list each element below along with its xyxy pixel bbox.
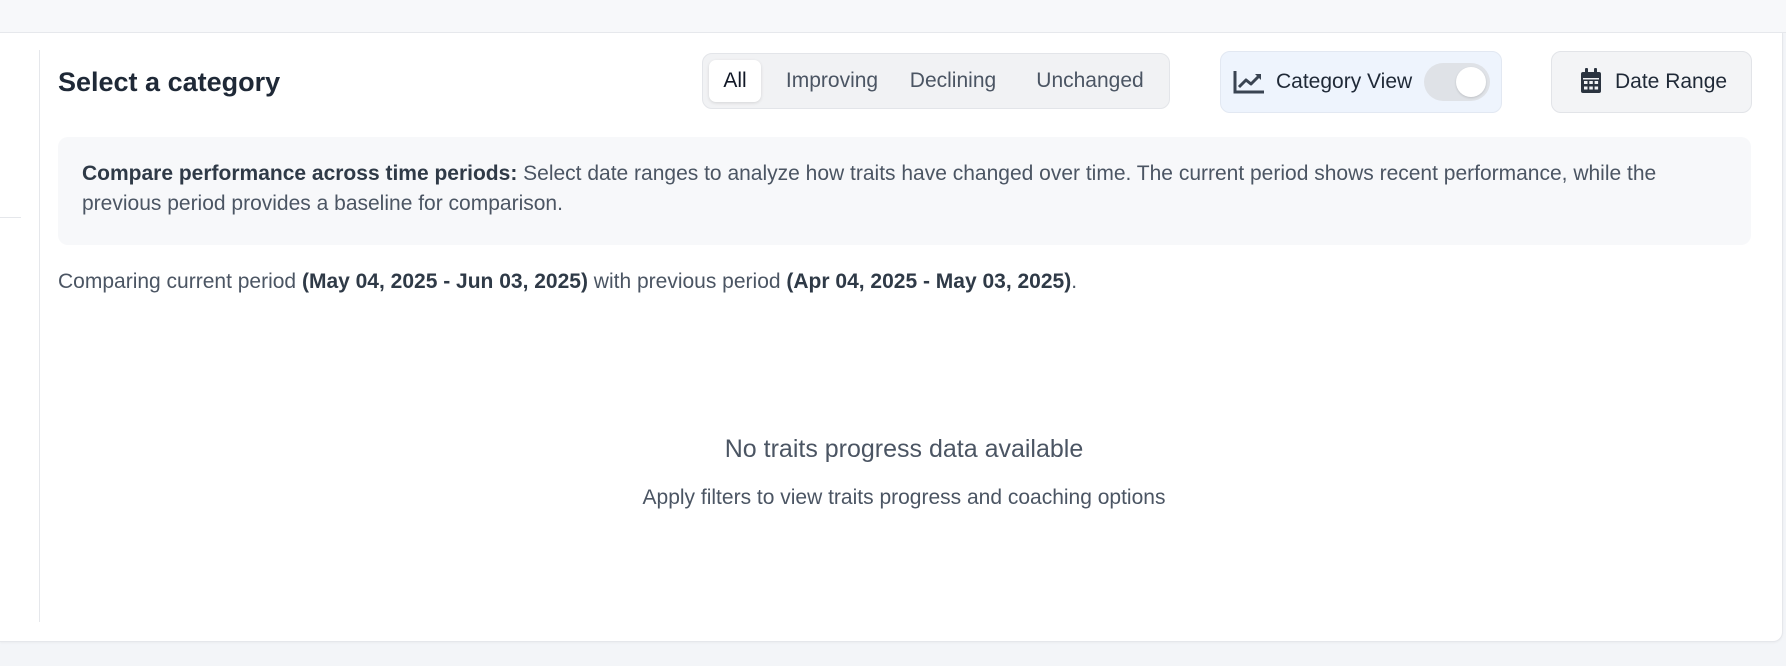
comparison-suffix: . [1071, 270, 1078, 293]
page-title: Select a category [58, 67, 281, 97]
left-sidebar-edge [0, 50, 40, 622]
tab-all[interactable]: All [709, 60, 761, 102]
toggle-knob [1456, 67, 1486, 97]
current-period: (May 04, 2025 - Jun 03, 2025) [301, 270, 588, 293]
sidebar-divider [0, 217, 21, 218]
tab-unchanged[interactable]: Unchanged [1023, 60, 1157, 102]
calendar-icon [1581, 68, 1601, 93]
tab-declining[interactable]: Declining [899, 60, 1007, 102]
category-view-control: Category View [1220, 51, 1502, 113]
traits-progress-panel: Select a category All Improving Declinin… [0, 33, 1783, 642]
trend-filter-tabs: All Improving Declining Unchanged [702, 53, 1170, 109]
top-bar [0, 0, 1786, 33]
empty-state-subtitle: Apply filters to view traits progress an… [642, 486, 1166, 509]
chart-line-icon [1233, 71, 1264, 94]
category-view-label: Category View [1276, 70, 1413, 93]
info-box: Compare performance across time periods:… [58, 137, 1751, 245]
empty-state-title: No traits progress data available [724, 435, 1084, 463]
comparison-middle: with previous period [587, 270, 787, 293]
date-range-button[interactable]: Date Range [1551, 51, 1752, 113]
previous-period: (Apr 04, 2025 - May 03, 2025) [786, 270, 1072, 293]
info-lead: Compare performance across time periods: [82, 162, 518, 185]
period-comparison-text: Comparing current period (May 04, 2025 -… [58, 267, 1077, 297]
tab-improving[interactable]: Improving [777, 60, 887, 102]
date-range-label: Date Range [1615, 70, 1728, 93]
category-view-toggle[interactable] [1424, 63, 1490, 101]
comparison-prefix: Comparing current period [58, 270, 302, 293]
